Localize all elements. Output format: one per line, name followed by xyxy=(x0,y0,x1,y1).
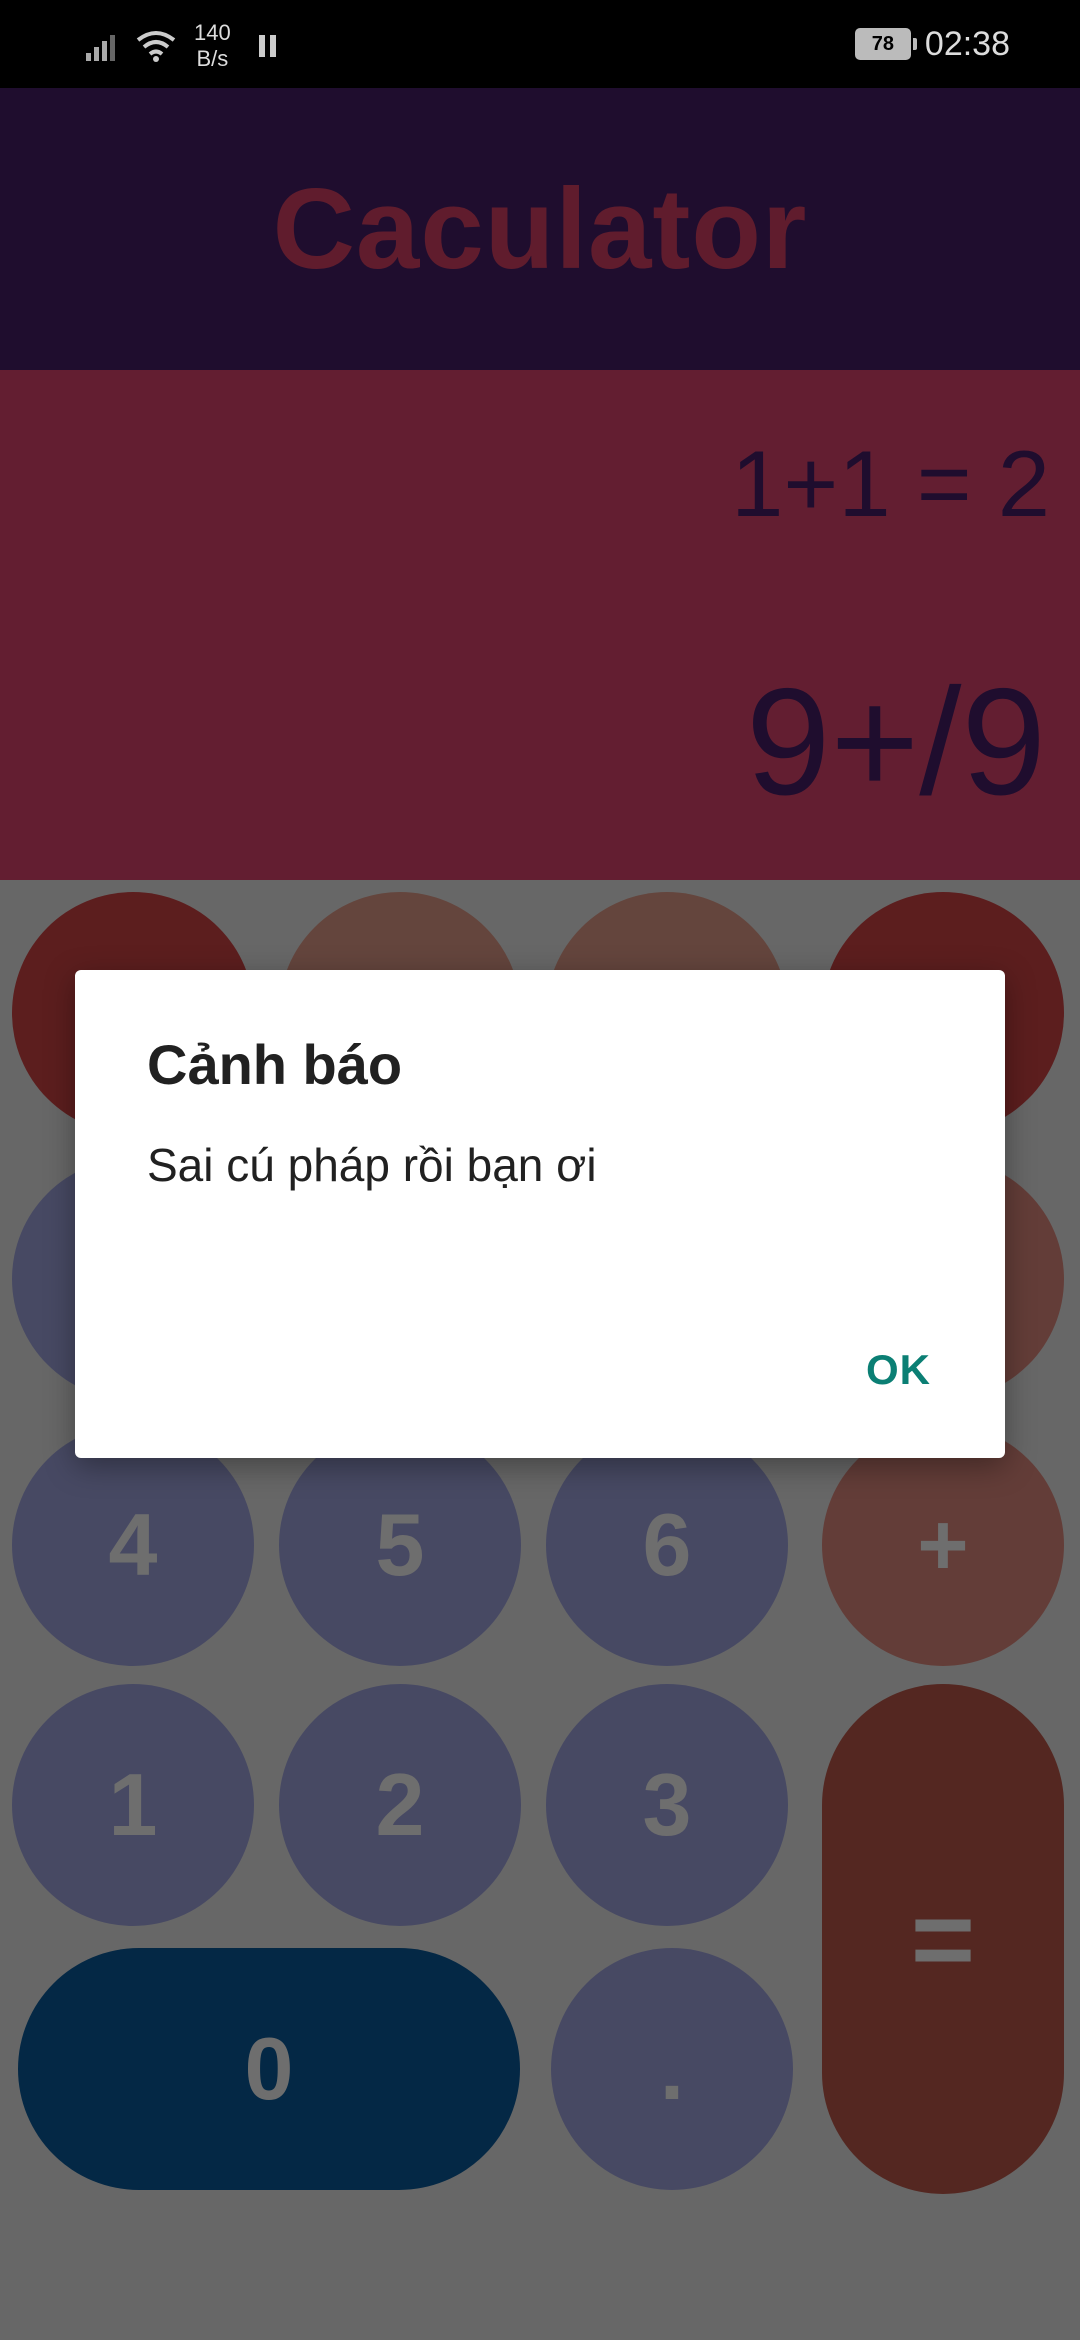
network-speed-unit: B/s xyxy=(196,46,229,71)
status-right: 78 02:38 xyxy=(854,22,1010,66)
status-left: 140 B/s xyxy=(86,18,277,74)
ok-button[interactable]: OK xyxy=(862,1340,935,1400)
pause-icon xyxy=(258,35,277,57)
status-bar: 140 B/s 78 02:38 xyxy=(0,0,1080,88)
network-speed: 140 B/s xyxy=(194,20,231,72)
signal-icon xyxy=(86,35,115,61)
alert-dialog: Cảnh báo Sai cú pháp rồi bạn ơi OK xyxy=(75,970,1005,1458)
battery-level: 78 xyxy=(871,33,895,55)
battery-icon: 78 xyxy=(854,28,917,60)
wifi-icon xyxy=(136,31,176,62)
dialog-message: Sai cú pháp rồi bạn ơi xyxy=(147,1139,597,1191)
dialog-title: Cảnh báo xyxy=(147,1033,403,1096)
network-speed-value: 140 xyxy=(194,20,231,45)
status-clock: 02:38 xyxy=(924,24,1010,63)
